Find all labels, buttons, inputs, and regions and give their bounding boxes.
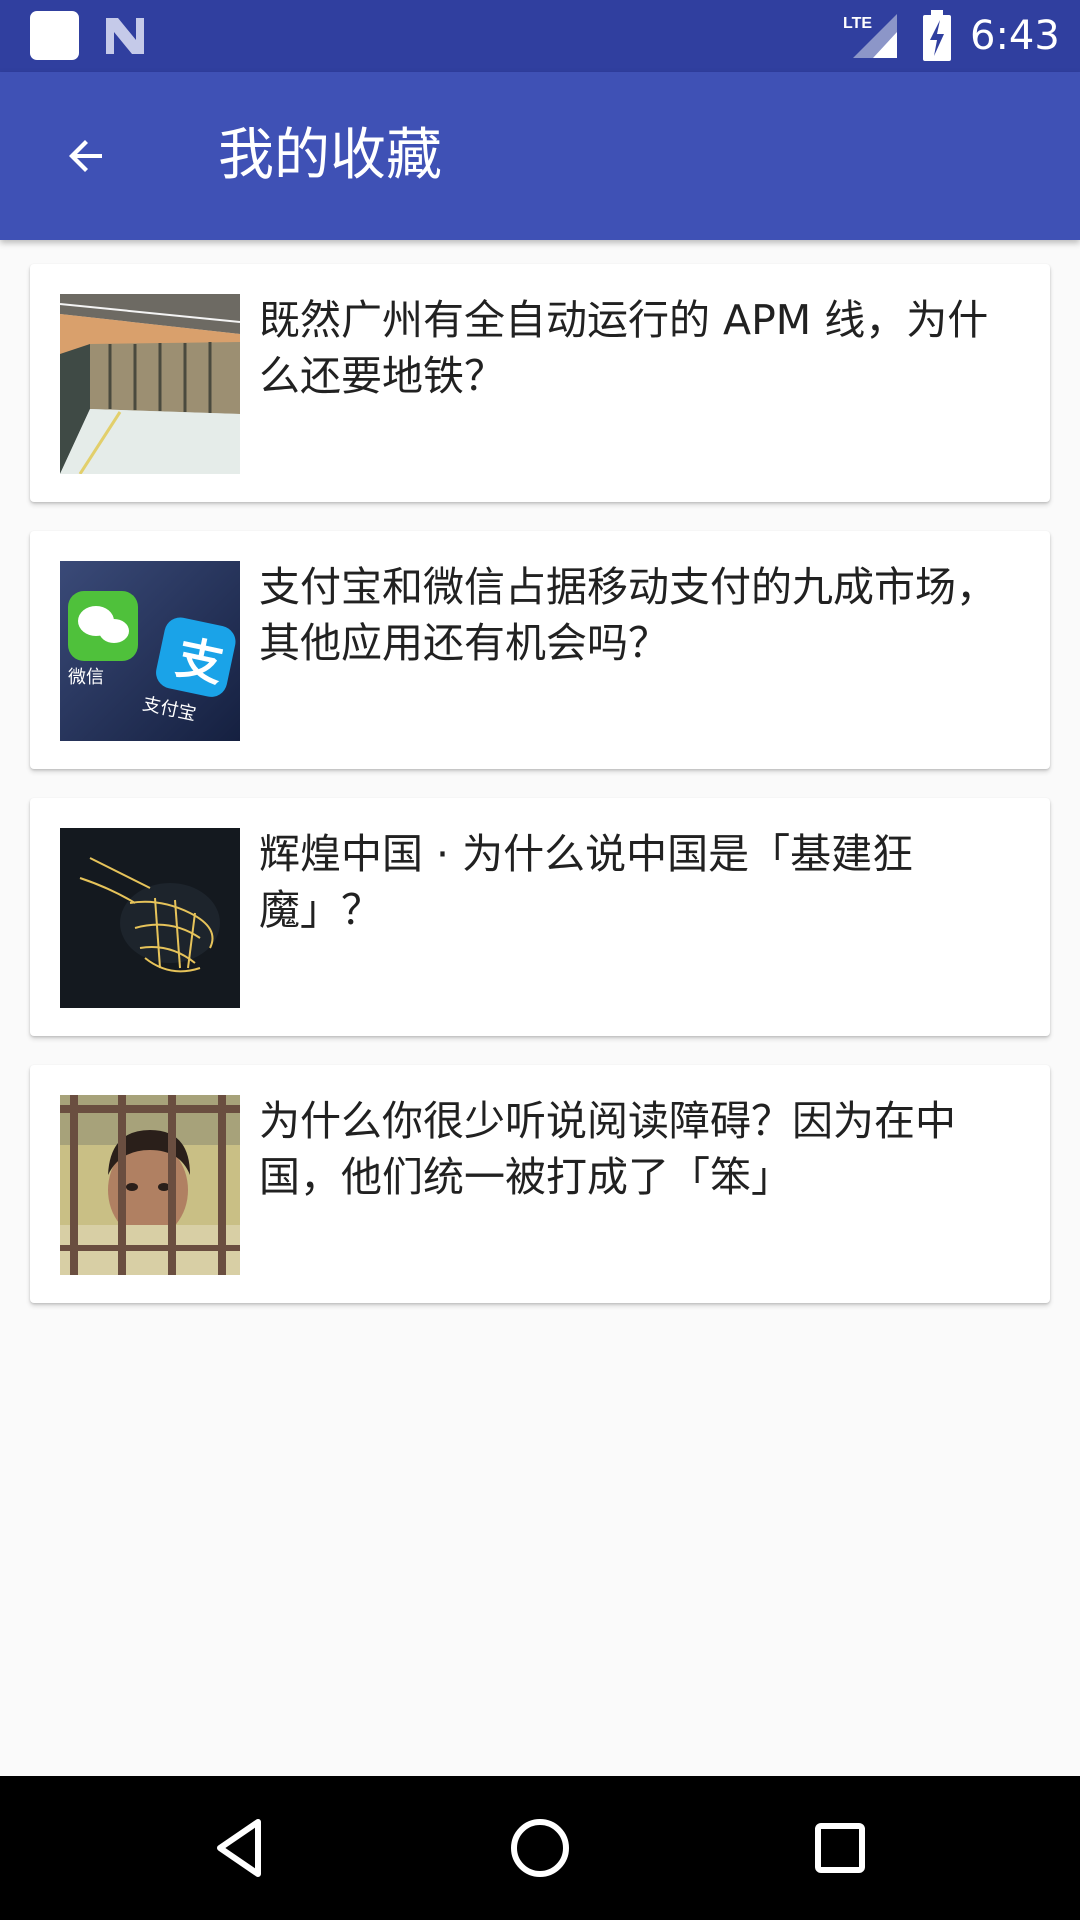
arrow-back-icon — [69, 140, 102, 172]
nav-back-button[interactable] — [190, 1798, 290, 1898]
status-bar: LTE 6:43 — [0, 0, 1080, 72]
lte-label: LTE — [843, 15, 872, 32]
favorite-title: 既然广州有全自动运行的 APM 线，为什么还要地铁？ — [259, 296, 989, 400]
favorite-card[interactable]: 既然广州有全自动运行的 APM 线，为什么还要地铁？ — [30, 264, 1050, 502]
nav-recents-button[interactable] — [790, 1798, 890, 1898]
favorite-title: 辉煌中国 · 为什么说中国是「基建狂魔」？ — [259, 830, 914, 934]
china-night-map-thumbnail — [60, 828, 240, 1008]
subway-platform-thumbnail — [60, 294, 240, 474]
n-notification-icon — [106, 18, 144, 54]
navigation-bar — [0, 1776, 1080, 1920]
favorite-card[interactable]: 辉煌中国 · 为什么说中国是「基建狂魔」？ — [30, 798, 1050, 1036]
nav-home-button[interactable] — [490, 1798, 590, 1898]
back-triangle-icon — [217, 1819, 261, 1877]
app-notification-icon — [30, 11, 79, 60]
wechat-label: 微信 — [68, 667, 104, 688]
app-bar: 我的收藏 — [0, 72, 1080, 240]
favorite-card[interactable]: 微信 支 支付宝 支付宝和微信占据移动支付的九成市场，其他应用还有机会吗？ — [30, 531, 1050, 769]
favorite-title: 为什么你很少听说阅读障碍？因为在中国，他们统一被打成了「笨」 — [259, 1097, 956, 1201]
recents-square-icon — [815, 1823, 865, 1873]
favorite-title: 支付宝和微信占据移动支付的九成市场，其他应用还有机会吗？ — [259, 563, 997, 667]
lte-signal-icon: LTE — [843, 14, 897, 58]
favorite-card[interactable]: 为什么你很少听说阅读障碍？因为在中国，他们统一被打成了「笨」 — [30, 1065, 1050, 1303]
wechat-alipay-thumbnail: 微信 支 支付宝 — [60, 561, 240, 741]
boy-behind-bars-thumbnail — [60, 1095, 240, 1275]
back-button[interactable] — [44, 114, 128, 198]
status-time: 6:43 — [970, 13, 1060, 59]
page-title: 我的收藏 — [218, 123, 442, 188]
home-circle-icon — [511, 1819, 569, 1877]
battery-charging-icon — [923, 10, 951, 61]
